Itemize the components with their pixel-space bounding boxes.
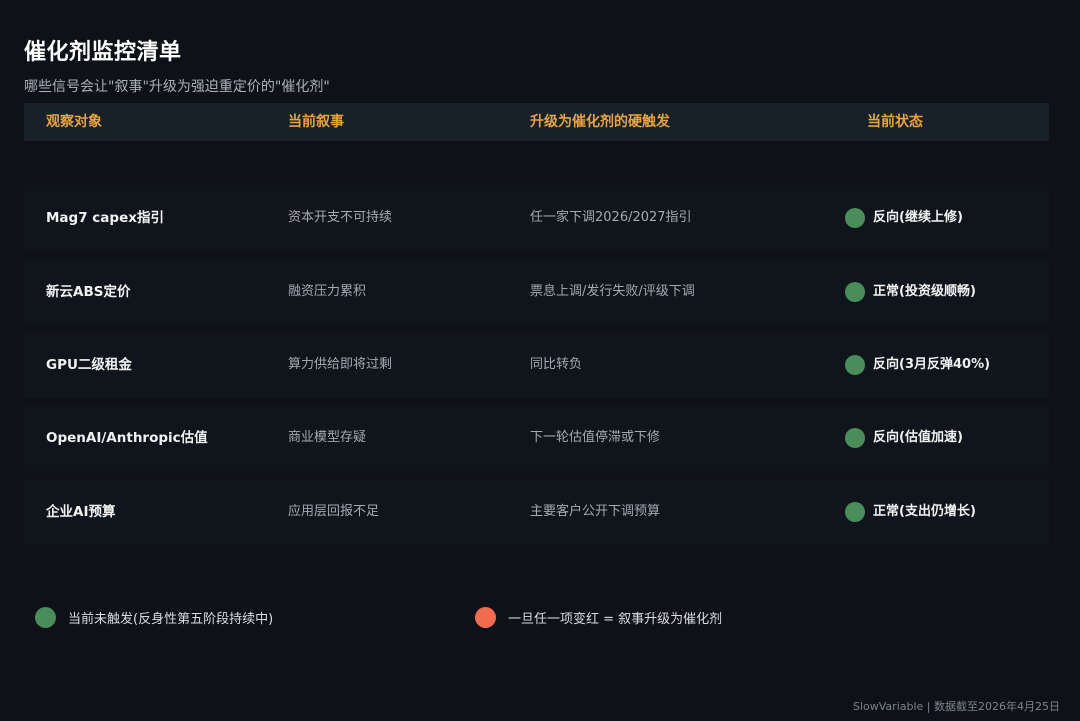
row-target: Mag7 capex指引 xyxy=(46,210,164,226)
green-dot-icon xyxy=(35,607,56,628)
row-status: 正常(支出仍增长) xyxy=(845,479,976,545)
row-status: 正常(投资级顺畅) xyxy=(845,259,976,325)
table-row: 新云ABS定价 融资压力累积 票息上调/发行失败/评级下调 正常(投资级顺畅) xyxy=(24,259,1049,325)
status-dot-icon xyxy=(845,208,865,228)
row-target: GPU二级租金 xyxy=(46,357,132,373)
status-text: 反向(继续上修) xyxy=(873,210,963,225)
row-trigger: 票息上调/发行失败/评级下调 xyxy=(530,284,695,299)
column-header-status: 当前状态 xyxy=(867,114,923,130)
status-dot-icon xyxy=(845,282,865,302)
row-narrative: 应用层回报不足 xyxy=(288,504,380,519)
row-status: 反向(估值加速) xyxy=(845,405,963,471)
status-dot-icon xyxy=(845,502,865,522)
status-text: 正常(支出仍增长) xyxy=(873,504,976,519)
row-narrative: 商业模型存疑 xyxy=(288,430,367,445)
row-trigger: 同比转负 xyxy=(530,357,583,372)
table-header: 观察对象 当前叙事 升级为催化剂的硬触发 当前状态 xyxy=(24,103,1049,141)
legend-green: 当前未触发(反身性第五阶段持续中) xyxy=(35,607,273,628)
row-narrative: 融资压力累积 xyxy=(288,284,367,299)
row-target: 企业AI预算 xyxy=(46,504,116,520)
row-status: 反向(继续上修) xyxy=(845,185,963,251)
table-row: 企业AI预算 应用层回报不足 主要客户公开下调预算 正常(支出仍增长) xyxy=(24,479,1049,545)
status-text: 反向(3月反弹40%) xyxy=(873,357,991,372)
column-header-trigger: 升级为催化剂的硬触发 xyxy=(530,114,670,130)
status-text: 反向(估值加速) xyxy=(873,430,963,445)
column-header-target: 观察对象 xyxy=(46,114,102,130)
row-target: 新云ABS定价 xyxy=(46,284,131,300)
row-status: 反向(3月反弹40%) xyxy=(845,332,990,398)
row-narrative: 算力供给即将过剩 xyxy=(288,357,393,372)
table-row: OpenAI/Anthropic估值 商业模型存疑 下一轮估值停滞或下修 反向(… xyxy=(24,405,1049,471)
row-narrative: 资本开支不可持续 xyxy=(288,210,393,225)
table-row: GPU二级租金 算力供给即将过剩 同比转负 反向(3月反弹40%) xyxy=(24,332,1049,398)
row-trigger: 下一轮估值停滞或下修 xyxy=(530,430,661,445)
page-title: 催化剂监控清单 xyxy=(24,40,182,65)
row-trigger: 主要客户公开下调预算 xyxy=(530,504,661,519)
status-dot-icon xyxy=(845,428,865,448)
row-target: OpenAI/Anthropic估值 xyxy=(46,430,208,446)
column-header-narrative: 当前叙事 xyxy=(288,114,344,130)
footer-source: SlowVariable | 数据截至2026年4月25日 xyxy=(853,700,1060,713)
legend-green-label: 当前未触发(反身性第五阶段持续中) xyxy=(68,612,274,627)
legend-red: 一旦任一项变红 = 叙事升级为催化剂 xyxy=(475,607,722,628)
table-row: Mag7 capex指引 资本开支不可持续 任一家下调2026/2027指引 反… xyxy=(24,185,1049,251)
status-dot-icon xyxy=(845,355,865,375)
red-dot-icon xyxy=(475,607,496,628)
page-subtitle: 哪些信号会让"叙事"升级为强迫重定价的"催化剂" xyxy=(24,79,330,95)
row-trigger: 任一家下调2026/2027指引 xyxy=(530,210,692,225)
page: 催化剂监控清单 哪些信号会让"叙事"升级为强迫重定价的"催化剂" 观察对象 当前… xyxy=(0,0,1080,721)
status-text: 正常(投资级顺畅) xyxy=(873,284,976,299)
legend-red-label: 一旦任一项变红 = 叙事升级为催化剂 xyxy=(508,612,723,627)
